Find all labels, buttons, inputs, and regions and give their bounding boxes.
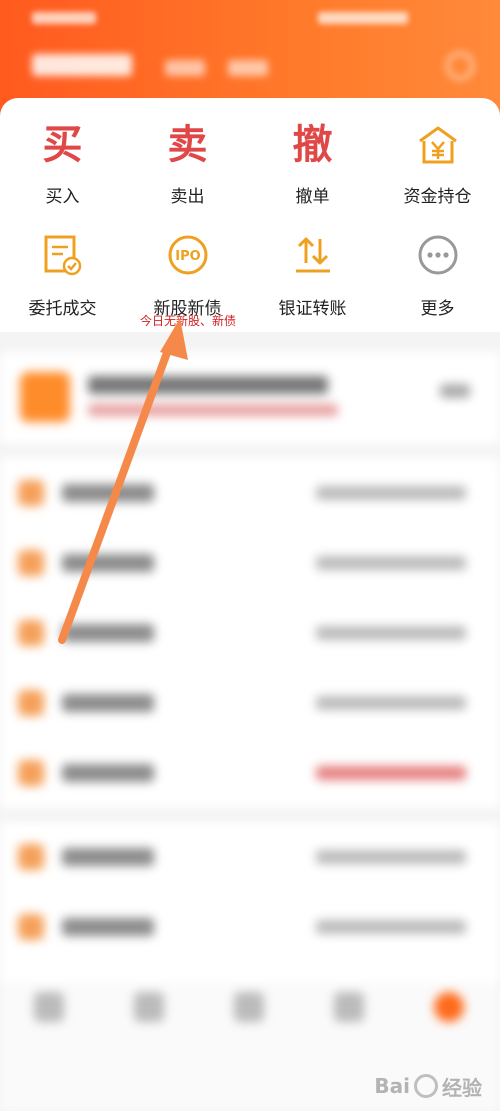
app-logo — [32, 54, 132, 76]
bank-transfer-button[interactable]: 银证转账 — [250, 230, 375, 319]
list-detail — [316, 556, 466, 570]
service-list-2 — [0, 822, 500, 982]
list-item[interactable] — [0, 822, 500, 892]
list-icon — [18, 550, 44, 576]
trade-menu-row-1: 买 买入 卖 卖出 撤 撤单 资金持仓 — [0, 120, 500, 207]
promo-action — [440, 384, 470, 398]
svg-text:IPO: IPO — [175, 249, 200, 264]
funds-holdings-button[interactable]: 资金持仓 — [375, 120, 500, 207]
cancel-char-icon: 撤 — [292, 121, 333, 168]
list-detail — [316, 850, 466, 864]
list-icon — [18, 844, 44, 870]
orders-trades-label: 委托成交 — [28, 299, 97, 319]
header-tab-1[interactable] — [165, 60, 205, 76]
bank-transfer-label: 银证转账 — [278, 299, 347, 319]
status-bar-right — [318, 12, 408, 24]
yuan-building-icon — [413, 120, 463, 170]
nav-tab-2[interactable] — [134, 992, 164, 1022]
header-tab-2[interactable] — [228, 60, 268, 76]
promo-banner[interactable] — [0, 352, 500, 444]
list-text — [62, 918, 154, 936]
list-item[interactable] — [0, 668, 500, 738]
list-icon — [18, 760, 44, 786]
status-bar — [0, 8, 500, 30]
list-icon — [18, 620, 44, 646]
list-detail — [316, 766, 466, 780]
list-text — [62, 554, 154, 572]
list-icon — [18, 480, 44, 506]
list-text — [62, 624, 154, 642]
buy-label: 买入 — [45, 187, 80, 207]
list-text — [62, 764, 154, 782]
more-label: 更多 — [420, 299, 455, 319]
transfer-arrows-icon — [288, 230, 338, 280]
sell-button[interactable]: 卖 卖出 — [125, 120, 250, 207]
list-detail — [316, 626, 466, 640]
cancel-order-label: 撤单 — [295, 187, 330, 207]
buy-char-icon: 买 — [42, 121, 83, 168]
buy-button[interactable]: 买 买入 — [0, 120, 125, 207]
status-bar-left — [32, 12, 96, 24]
list-item[interactable] — [0, 598, 500, 668]
ipo-icon: IPO — [163, 230, 213, 280]
more-button[interactable]: 更多 — [375, 230, 500, 319]
list-icon — [18, 914, 44, 940]
promo-subtitle — [88, 404, 338, 416]
list-text — [62, 848, 154, 866]
header-action-icon[interactable] — [446, 52, 474, 80]
baidu-watermark: Bai 经验 — [374, 1070, 482, 1102]
blurred-header-bar — [0, 48, 500, 88]
list-item[interactable] — [0, 738, 500, 808]
paw-icon — [414, 1074, 438, 1098]
promo-icon — [20, 372, 70, 422]
document-check-icon — [38, 230, 88, 280]
list-text — [62, 484, 154, 502]
nav-tab-4[interactable] — [334, 992, 364, 1022]
blurred-content — [0, 332, 500, 1111]
list-item[interactable] — [0, 528, 500, 598]
trade-menu-row-2: 委托成交 IPO 新股新债 银证转账 更多 — [0, 230, 500, 319]
list-text — [62, 694, 154, 712]
orders-trades-button[interactable]: 委托成交 — [0, 230, 125, 319]
sell-char-icon: 卖 — [167, 121, 208, 168]
nav-tab-3[interactable] — [234, 992, 264, 1022]
ipo-button[interactable]: IPO 新股新债 — [125, 230, 250, 319]
list-detail — [316, 486, 466, 500]
more-dots-icon — [413, 230, 463, 280]
watermark-text: Bai — [374, 1074, 410, 1098]
ipo-status-note: 今日无新股、新债 — [139, 314, 236, 328]
list-detail — [316, 696, 466, 710]
promo-title — [88, 376, 328, 394]
list-item[interactable] — [0, 892, 500, 962]
list-item[interactable] — [0, 458, 500, 528]
list-icon — [18, 690, 44, 716]
nav-tab-1[interactable] — [34, 992, 64, 1022]
nav-tab-trade[interactable] — [434, 992, 464, 1022]
list-detail — [316, 920, 466, 934]
watermark-suffix: 经验 — [442, 1075, 482, 1100]
sell-label: 卖出 — [170, 187, 205, 207]
trade-menu-card: 买 买入 卖 卖出 撤 撤单 资金持仓 委托成交 IPO 新股新债 银证转账 更… — [0, 98, 500, 332]
funds-holdings-label: 资金持仓 — [403, 187, 472, 207]
cancel-order-button[interactable]: 撤 撤单 — [250, 120, 375, 207]
service-list-1 — [0, 458, 500, 808]
